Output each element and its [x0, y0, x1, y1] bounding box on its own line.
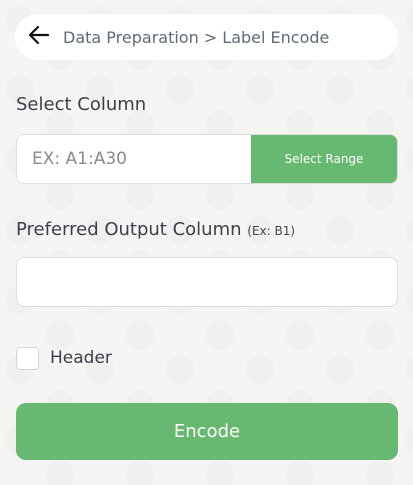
header-option[interactable]: Header [16, 346, 112, 370]
header-checkbox[interactable] [16, 346, 39, 370]
range-input[interactable] [17, 135, 251, 183]
select-range-button[interactable]: Select Range [251, 135, 397, 183]
header-bar: Data Preparation > Label Encode [15, 14, 398, 60]
output-column-label-row: Preferred Output Column (Ex: B1) [16, 219, 295, 240]
output-column-hint: (Ex: B1) [247, 224, 296, 238]
output-column-label: Preferred Output Column [16, 219, 242, 240]
back-button[interactable] [21, 19, 57, 55]
encode-button[interactable]: Encode [16, 403, 398, 460]
select-column-label: Select Column [16, 94, 147, 115]
arrow-left-icon [28, 25, 50, 48]
output-column-input[interactable] [16, 257, 398, 307]
header-checkbox-label: Header [50, 348, 112, 368]
breadcrumb: Data Preparation > Label Encode [63, 27, 330, 47]
range-selector: Select Range [16, 134, 398, 184]
